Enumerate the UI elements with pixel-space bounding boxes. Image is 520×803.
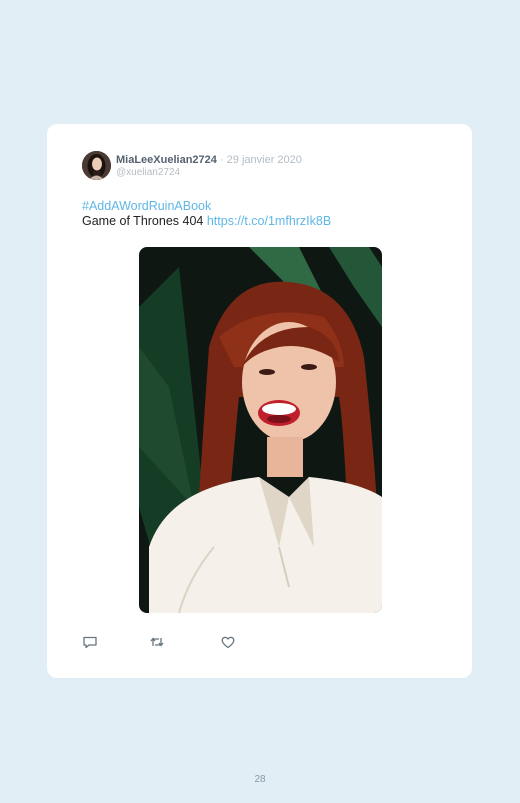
user-handle[interactable]: @xuelian2724 [116, 167, 180, 179]
reply-icon[interactable] [82, 634, 98, 650]
tweet-text: #AddAWordRuinABook Game of Thrones 404 h… [82, 199, 442, 229]
tweet-media[interactable] [139, 247, 382, 613]
heart-icon[interactable] [220, 634, 236, 650]
media-image [139, 247, 382, 613]
date-separator: · [216, 154, 227, 166]
page-number: 28 [254, 774, 266, 785]
hashtag-link[interactable]: #AddAWordRuinABook [82, 199, 442, 214]
retweet-icon[interactable] [149, 634, 165, 650]
avatar-image [82, 151, 111, 180]
tweet-date[interactable]: 29 janvier 2020 [227, 154, 302, 166]
author-line: MiaLeeXuelian2724 · 29 janvier 2020 [116, 154, 302, 167]
display-name[interactable]: MiaLeeXuelian2724 [116, 154, 217, 166]
tweet-card: MiaLeeXuelian2724 · 29 janvier 2020 @xue… [47, 124, 472, 678]
tweet-link[interactable]: https://t.co/1mfhrzIk8B [207, 214, 331, 228]
page: { "tweet": { "display_name": "MiaLeeXuel… [0, 0, 520, 803]
avatar[interactable] [82, 151, 111, 180]
tweet-body: Game of Thrones 404 [82, 214, 207, 228]
